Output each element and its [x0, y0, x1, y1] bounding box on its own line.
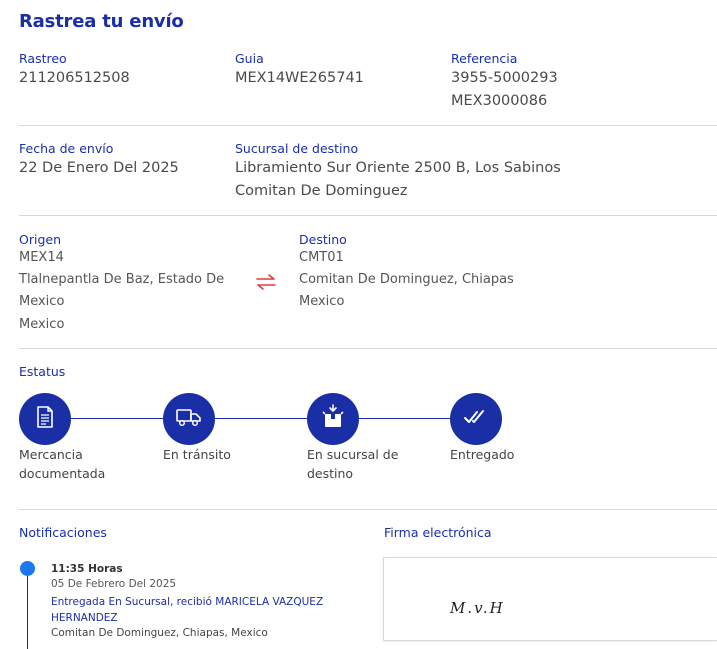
origen-city: Tlalnepantla De Baz, Estado De [19, 272, 225, 287]
divider [19, 125, 717, 126]
rastreo-value: 211206512508 [19, 70, 130, 86]
rastreo-label: Rastreo [19, 51, 67, 66]
destino-city: Comitan De Dominguez, Chiapas [299, 272, 514, 287]
notification-location: Comitan De Dominguez, Chiapas, Mexico [51, 627, 268, 639]
divider [19, 215, 717, 216]
truck-icon [175, 406, 203, 432]
package-icon [321, 404, 345, 434]
divider [19, 509, 717, 510]
step-documentada-label-2: documentada [19, 466, 106, 481]
step-en-sucursal-label-1: En sucursal de [307, 447, 399, 462]
swap-arrows-icon [254, 272, 278, 292]
notificaciones-label: Notificaciones [19, 525, 107, 540]
estatus-label: Estatus [19, 364, 66, 379]
step-entregado-label: Entregado [450, 447, 515, 462]
sucursal-destino-line-1: Libramiento Sur Oriente 2500 B, Los Sabi… [235, 160, 561, 176]
guia-label: Guia [235, 51, 264, 66]
origen-label: Origen [19, 232, 61, 247]
sucursal-destino-line-2: Comitan De Dominguez [235, 183, 408, 199]
referencia-value-1: 3955-5000293 [451, 70, 558, 86]
referencia-label: Referencia [451, 51, 518, 66]
notification-date: 05 De Febrero Del 2025 [51, 578, 177, 590]
step-en-transito-label: En tránsito [163, 447, 231, 462]
timeline-line [27, 576, 28, 649]
status-track-line [45, 418, 477, 419]
step-documentada-label-1: Mercancia [19, 447, 83, 462]
fecha-envio-value: 22 De Enero Del 2025 [19, 160, 179, 176]
fecha-envio-label: Fecha de envío [19, 141, 114, 156]
signature-box [383, 557, 717, 641]
destino-label: Destino [299, 232, 347, 247]
signature-image: M.v.H [450, 599, 505, 617]
timeline-dot [20, 561, 35, 576]
notification-message: Entregada En Sucursal, recibió MARICELA … [51, 596, 324, 624]
firma-label: Firma electrónica [384, 525, 492, 540]
step-en-sucursal [307, 393, 359, 445]
origen-code: MEX14 [19, 250, 64, 265]
step-entregado [450, 393, 502, 445]
referencia-value-2: MEX3000086 [451, 93, 548, 109]
document-icon [34, 405, 56, 433]
notification-time: 11:35 Horas [51, 563, 123, 575]
guia-value: MEX14WE265741 [235, 70, 364, 86]
step-documentada [19, 393, 71, 445]
destino-code: CMT01 [299, 250, 344, 265]
step-en-sucursal-label-2: destino [307, 466, 354, 481]
page-title: Rastrea tu envío [19, 11, 184, 32]
origen-country: Mexico [19, 317, 65, 332]
divider [19, 348, 717, 349]
sucursal-destino-label: Sucursal de destino [235, 141, 359, 156]
step-en-transito [163, 393, 215, 445]
origen-state: Mexico [19, 294, 65, 309]
double-check-icon [463, 407, 489, 431]
destino-country: Mexico [299, 294, 345, 309]
